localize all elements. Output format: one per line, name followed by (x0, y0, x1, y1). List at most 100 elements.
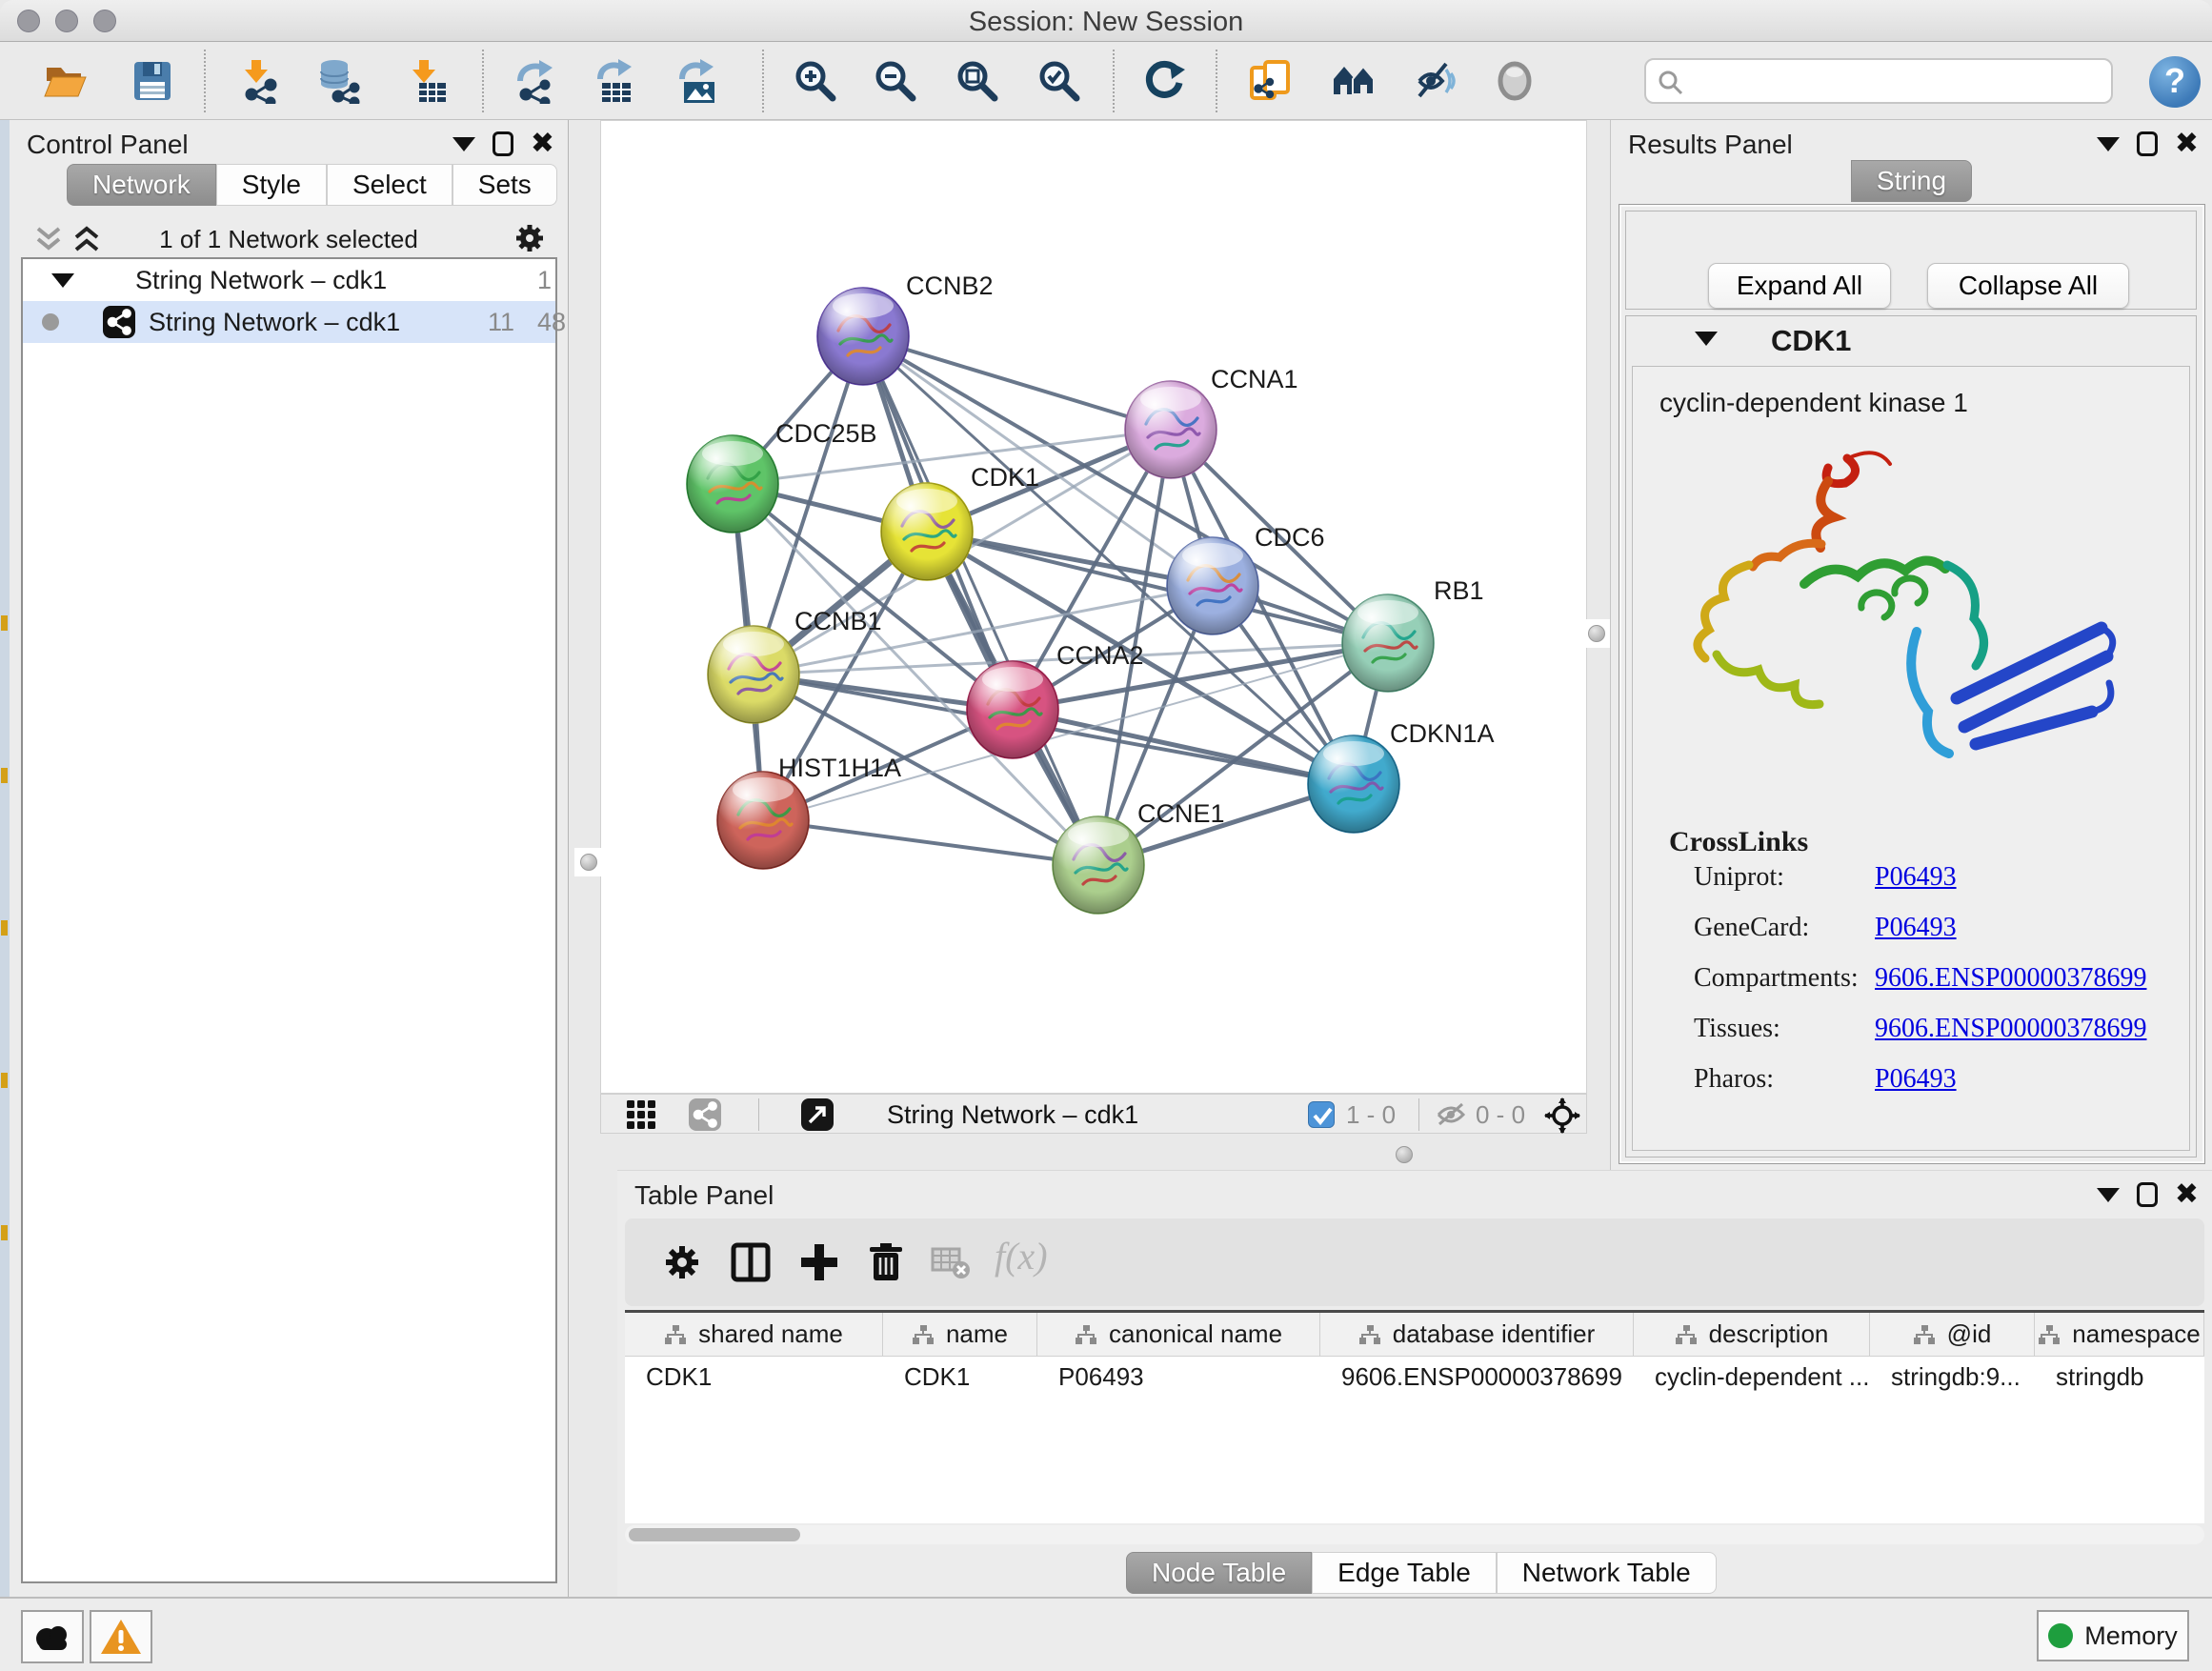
cloud-button[interactable] (21, 1610, 84, 1663)
network-edge-CCNA2-CDKN1A[interactable] (1013, 710, 1354, 784)
collapse-all-button[interactable]: Collapse All (1927, 263, 2129, 309)
crosslink-value-link[interactable]: 9606.ENSP00000378699 (1875, 1014, 2146, 1044)
hide-glass-balls-icon[interactable] (1412, 58, 1458, 104)
column-header-namespace[interactable]: namespace (2035, 1313, 2204, 1356)
table-cell[interactable]: CDK1 (883, 1357, 1037, 1397)
zoom-fit-icon[interactable] (955, 58, 1000, 104)
results-panel-menu-icon[interactable] (2097, 137, 2120, 151)
control-panel-close-icon[interactable]: ✖ (531, 131, 554, 156)
network-node-CDC25B[interactable] (687, 435, 778, 533)
table-panel-menu-icon[interactable] (2097, 1188, 2120, 1202)
scrollbar-thumb[interactable] (629, 1528, 800, 1541)
horizontal-splitter-handle[interactable] (1390, 1140, 1418, 1169)
table-panel-float-icon[interactable] (2137, 1182, 2158, 1207)
toolbar-separator (482, 50, 484, 112)
add-column-icon[interactable] (798, 1241, 840, 1283)
tab-node-table[interactable]: Node Table (1126, 1552, 1312, 1594)
network-node-CCNA1[interactable] (1125, 381, 1217, 478)
tab-edge-table[interactable]: Edge Table (1312, 1552, 1497, 1594)
network-node-RB1[interactable] (1342, 594, 1434, 692)
network-node-CCNB2[interactable] (817, 288, 909, 385)
right-splitter-handle[interactable] (1582, 619, 1611, 648)
column-header-canonical-name[interactable]: canonical name (1037, 1313, 1320, 1356)
crosslink-label: Tissues: (1694, 1014, 1780, 1043)
table-cell[interactable]: stringdb (2035, 1357, 2204, 1397)
network-node-CCNE1[interactable] (1053, 816, 1144, 914)
grid-view-icon[interactable] (626, 1099, 656, 1130)
warnings-button[interactable] (90, 1610, 152, 1663)
network-node-CCNB1[interactable] (708, 626, 799, 723)
search-input[interactable] (1692, 64, 2101, 98)
left-splitter-handle[interactable] (574, 848, 603, 876)
table-options-gear-icon[interactable] (661, 1241, 703, 1283)
expand-all-button[interactable]: Expand All (1708, 263, 1891, 309)
show-glass-balls-icon[interactable] (1492, 58, 1538, 104)
control-panel-menu-icon[interactable] (452, 137, 475, 151)
network-row[interactable]: String Network – cdk1 11 48 (23, 301, 555, 343)
tab-network[interactable]: Network (67, 164, 216, 206)
help-icon[interactable]: ? (2149, 56, 2201, 108)
table-panel-close-icon[interactable]: ✖ (2175, 1182, 2199, 1207)
selected-indicator-checkbox[interactable] (1308, 1101, 1335, 1128)
column-header-name[interactable]: name (883, 1313, 1037, 1356)
network-options-gear-icon[interactable] (513, 221, 547, 255)
column-header-id[interactable]: @id (1870, 1313, 2035, 1356)
node-section-header[interactable]: CDK1 (1626, 316, 2196, 364)
network-birdseye-icon[interactable] (689, 1098, 721, 1131)
network-node-HIST1H1A[interactable] (717, 772, 809, 869)
tab-style[interactable]: Style (216, 164, 327, 206)
table-row[interactable]: CDK1CDK1P064939606.ENSP00000378699cyclin… (625, 1357, 2204, 1397)
table-cell[interactable]: cyclin-dependent ... (1634, 1357, 1870, 1397)
import-table-file-icon[interactable] (404, 58, 450, 104)
table-cell[interactable]: CDK1 (625, 1357, 883, 1397)
collection-expander-icon[interactable] (51, 273, 74, 288)
tab-select[interactable]: Select (327, 164, 452, 206)
crosslink-value-link[interactable]: 9606.ENSP00000378699 (1875, 963, 2146, 994)
detach-view-icon[interactable] (801, 1098, 834, 1131)
delete-column-icon[interactable] (865, 1241, 907, 1283)
results-panel-float-icon[interactable] (2137, 131, 2158, 156)
export-network-icon[interactable] (513, 58, 558, 104)
network-edge-CCNB2-CCNE1[interactable] (863, 336, 1098, 865)
column-header-description[interactable]: description (1634, 1313, 1870, 1356)
table-horizontal-scrollbar[interactable] (625, 1525, 2204, 1544)
network-canvas[interactable]: CCNB2CCNA1CDC25BCDK1CDC6RB1CCNB1CCNA2CDK… (600, 120, 1587, 1094)
results-panel-close-icon[interactable]: ✖ (2175, 131, 2199, 156)
open-session-icon[interactable] (42, 58, 88, 104)
show-columns-icon[interactable] (730, 1241, 772, 1283)
import-network-file-icon[interactable] (236, 58, 282, 104)
import-network-database-icon[interactable] (318, 58, 364, 104)
table-cell[interactable]: 9606.ENSP00000378699 (1320, 1357, 1634, 1397)
table-cell[interactable]: P06493 (1037, 1357, 1320, 1397)
clone-network-icon[interactable] (1248, 58, 1294, 104)
pan-mode-icon[interactable] (1544, 1097, 1580, 1134)
export-image-icon[interactable] (674, 58, 720, 104)
apply-layout-icon[interactable] (1141, 58, 1187, 104)
network-edge-CCNE1-HIST1H1A[interactable] (763, 820, 1098, 865)
network-node-CDKN1A[interactable] (1308, 735, 1399, 833)
tab-string[interactable]: String (1851, 160, 1972, 202)
control-panel-float-icon[interactable] (493, 131, 513, 156)
network-collection-row[interactable]: String Network – cdk1 1 (23, 259, 555, 301)
zoom-out-icon[interactable] (873, 58, 918, 104)
memory-button[interactable]: Memory (2037, 1610, 2189, 1661)
column-header-database-identifier[interactable]: database identifier (1320, 1313, 1634, 1356)
column-header-shared-name[interactable]: shared name (625, 1313, 883, 1356)
zoom-in-icon[interactable] (793, 58, 838, 104)
network-edge-CCNB2-CCNA1[interactable] (863, 336, 1171, 430)
section-expander-icon[interactable] (1695, 332, 1718, 346)
string-home-icon[interactable] (1332, 58, 1377, 104)
zoom-selected-icon[interactable] (1036, 58, 1082, 104)
crosslink-value-link[interactable]: P06493 (1875, 913, 1957, 943)
tab-network-table[interactable]: Network Table (1497, 1552, 1717, 1594)
crosslink-value-link[interactable]: P06493 (1875, 1064, 1957, 1095)
tab-sets[interactable]: Sets (452, 164, 557, 206)
network-node-CDK1[interactable] (881, 483, 973, 580)
search-field[interactable] (1644, 58, 2113, 104)
network-node-CDC6[interactable] (1167, 537, 1258, 634)
save-session-icon[interactable] (130, 58, 175, 104)
crosslink-value-link[interactable]: P06493 (1875, 862, 1957, 893)
table-cell[interactable]: stringdb:9... (1870, 1357, 2035, 1397)
network-node-CCNA2[interactable] (967, 661, 1058, 758)
export-table-icon[interactable] (593, 58, 638, 104)
